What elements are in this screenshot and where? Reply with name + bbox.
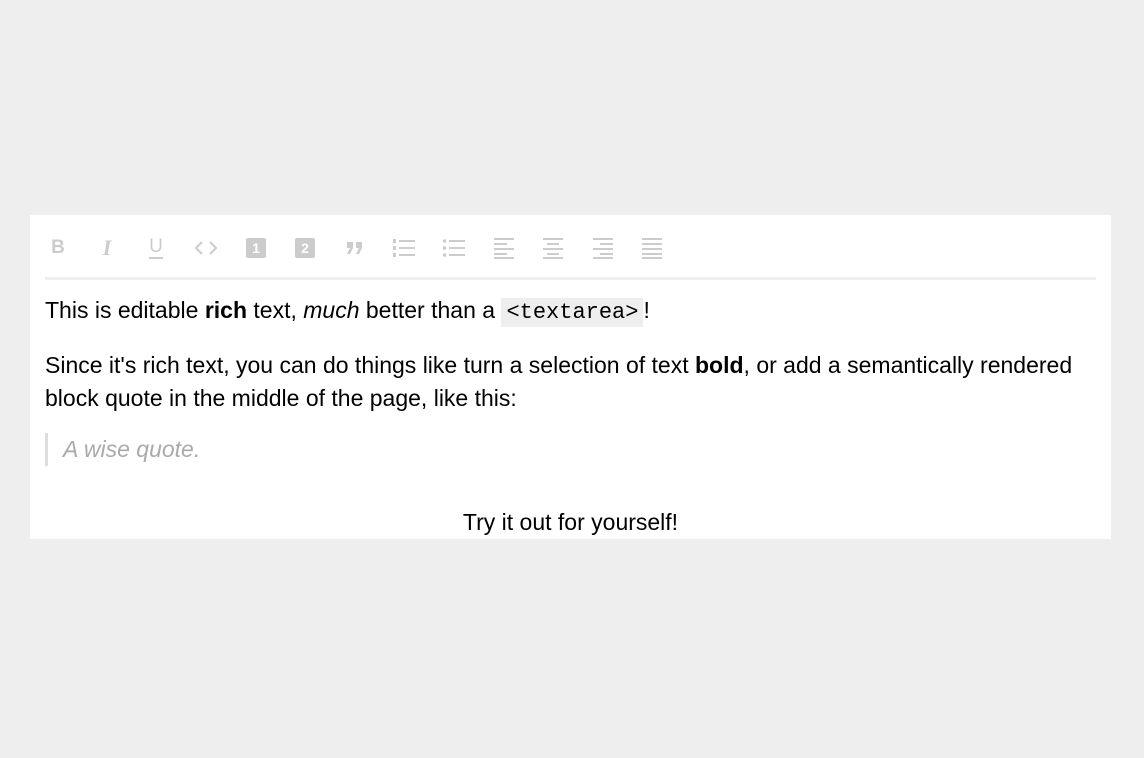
block-quote-button[interactable]: [340, 233, 370, 263]
numbered-list-button[interactable]: [389, 233, 419, 263]
quote-text: A wise quote.: [63, 436, 201, 462]
paragraph-centered[interactable]: Try it out for yourself!: [45, 506, 1096, 539]
p1-text-3: better than a: [359, 297, 502, 323]
p1-text-1: This is editable: [45, 297, 205, 323]
align-justify-icon: [642, 238, 662, 259]
bulleted-list-button[interactable]: [439, 233, 469, 263]
editor-toolbar: B I U 1 2: [45, 233, 1096, 280]
p1-text-4: !: [643, 297, 650, 323]
numbered-list-icon: [393, 239, 415, 257]
align-center-icon: [543, 238, 563, 259]
align-left-button[interactable]: [489, 233, 519, 263]
italic-button[interactable]: I: [92, 233, 122, 263]
align-center-button[interactable]: [538, 233, 568, 263]
paragraph-2[interactable]: Since it's rich text, you can do things …: [45, 349, 1096, 415]
heading-two-button[interactable]: 2: [290, 233, 320, 263]
underline-button[interactable]: U: [141, 233, 171, 263]
code-icon: [194, 241, 218, 255]
align-right-icon: [593, 238, 613, 259]
p1-italic-text: much: [303, 297, 360, 323]
block-quote[interactable]: A wise quote.: [45, 433, 200, 466]
heading-one-label: 1: [252, 240, 260, 256]
heading-one-button[interactable]: 1: [241, 233, 271, 263]
italic-icon: I: [102, 235, 112, 260]
bulleted-list-icon: [442, 239, 465, 257]
bold-button[interactable]: B: [43, 233, 73, 263]
p1-text-2: text,: [247, 297, 304, 323]
code-button[interactable]: [191, 233, 221, 263]
paragraph-1[interactable]: This is editable rich text, much better …: [45, 294, 650, 329]
p1-bold-text: rich: [204, 297, 247, 323]
block-quote-icon: [347, 242, 362, 254]
align-right-button[interactable]: [588, 233, 618, 263]
p3-text: Try it out for yourself!: [462, 509, 679, 535]
align-justify-button[interactable]: [637, 233, 667, 263]
heading-one-icon: 1: [246, 238, 266, 258]
heading-two-icon: 2: [295, 238, 315, 258]
p2-bold-text: bold: [695, 352, 744, 378]
p1-inline-code: <textarea>: [501, 298, 644, 327]
heading-two-label: 2: [301, 240, 309, 256]
align-left-icon: [494, 238, 514, 259]
rich-text-editor: B I U 1 2 This is editable rich text, mu…: [30, 215, 1111, 539]
underline-icon: U: [149, 236, 163, 259]
bold-icon: B: [51, 237, 65, 258]
p2-text-1: Since it's rich text, you can do things …: [45, 352, 695, 378]
